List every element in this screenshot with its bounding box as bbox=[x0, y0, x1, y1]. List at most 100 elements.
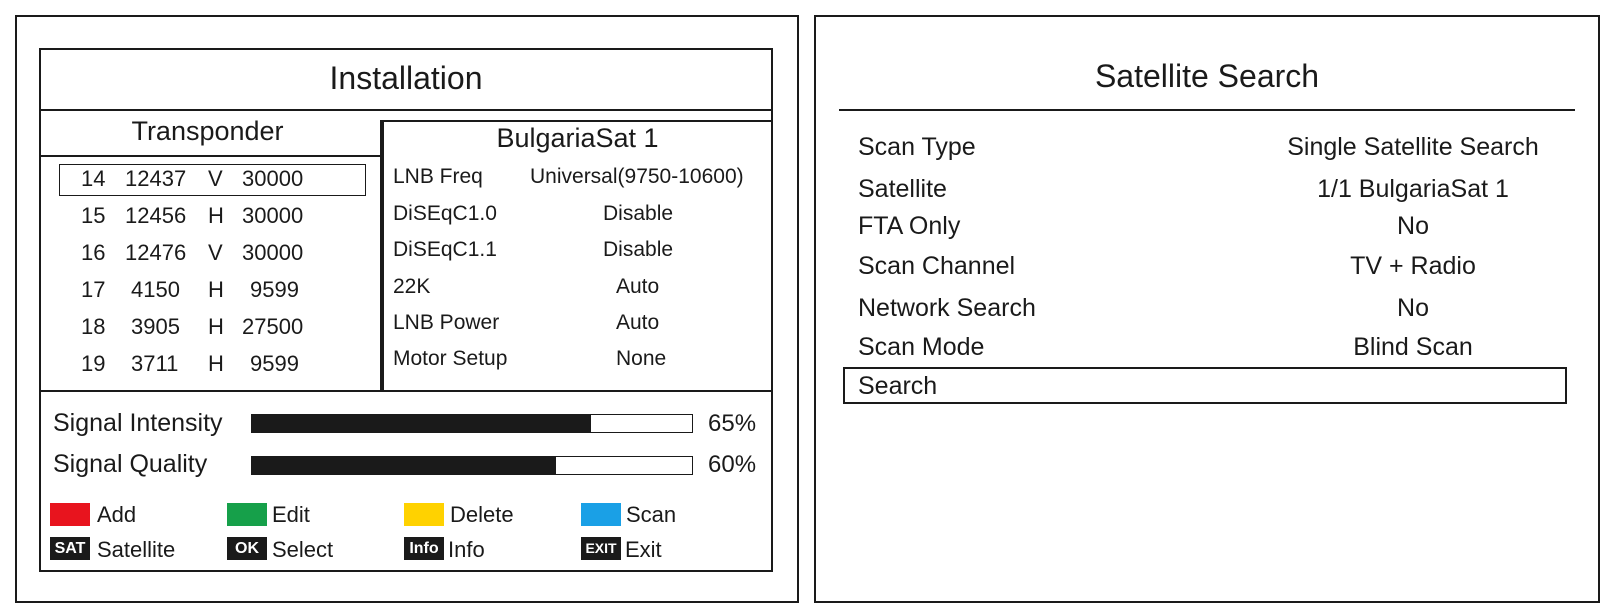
param-row-22k[interactable]: 22K Auto bbox=[393, 276, 767, 302]
transponder-polarization: H bbox=[208, 277, 224, 302]
transponder-polarization: V bbox=[208, 240, 223, 265]
key-label: Scan bbox=[626, 502, 677, 527]
exit-key-icon: EXIT bbox=[581, 537, 621, 560]
menu-item-value: 1/1 BulgariaSat 1 bbox=[1317, 175, 1509, 203]
red-key-icon bbox=[50, 503, 90, 526]
transponder-row[interactable]: 14 12437 V 30000 bbox=[59, 168, 366, 196]
transponder-frequency: 12437 bbox=[125, 166, 187, 191]
transponder-number: 15 bbox=[81, 203, 106, 228]
transponder-number: 16 bbox=[81, 240, 106, 265]
transponder-row[interactable]: 17 4150 H 9599 bbox=[59, 279, 366, 307]
ok-key-icon: OK bbox=[227, 537, 267, 560]
param-label: Motor Setup bbox=[393, 347, 508, 370]
param-row-lnb-freq[interactable]: LNB Freq Universal(9750-10600) bbox=[393, 166, 767, 192]
menu-item-scan-type[interactable]: Scan Type Single Satellite Search bbox=[858, 135, 1578, 165]
param-value: Auto bbox=[616, 311, 660, 334]
param-label: DiSEqC1.1 bbox=[393, 238, 497, 261]
param-value: Universal(9750-10600) bbox=[530, 165, 744, 188]
transponder-polarization: H bbox=[208, 314, 224, 339]
satellite-search-title-divider bbox=[839, 109, 1575, 111]
transponder-frequency: 12476 bbox=[125, 240, 187, 265]
transponder-polarization: H bbox=[208, 203, 224, 228]
select-key-hint[interactable]: OK Select bbox=[227, 537, 407, 561]
param-value: Auto bbox=[616, 275, 660, 298]
key-label: Delete bbox=[450, 502, 514, 527]
transponder-frequency: 4150 bbox=[131, 277, 180, 302]
transponder-symbol-rate: 30000 bbox=[242, 203, 304, 228]
signal-divider bbox=[39, 390, 773, 392]
title-divider bbox=[39, 109, 773, 111]
delete-key-hint[interactable]: Delete bbox=[404, 503, 584, 527]
signal-quality-bar bbox=[251, 456, 693, 475]
menu-item-network-search[interactable]: Network Search No bbox=[858, 296, 1578, 326]
param-value: None bbox=[616, 347, 667, 370]
signal-intensity-percent: 65% bbox=[708, 410, 757, 437]
menu-item-value: Single Satellite Search bbox=[1287, 133, 1539, 161]
menu-item-label: Scan Type bbox=[858, 133, 976, 161]
edit-key-hint[interactable]: Edit bbox=[227, 503, 407, 527]
search-label: Search bbox=[858, 372, 938, 400]
signal-intensity-label: Signal Intensity bbox=[53, 409, 223, 437]
transponder-row[interactable]: 15 12456 H 30000 bbox=[59, 205, 366, 233]
key-label: Info bbox=[448, 537, 485, 562]
param-label: DiSEqC1.0 bbox=[393, 202, 497, 225]
exit-key-hint[interactable]: EXIT Exit bbox=[581, 537, 761, 561]
signal-quality-percent: 60% bbox=[708, 451, 757, 478]
transponder-number: 17 bbox=[81, 277, 106, 302]
transponder-header: Transponder bbox=[131, 116, 284, 146]
menu-item-label: Scan Channel bbox=[858, 252, 1016, 280]
key-label: Exit bbox=[625, 537, 662, 562]
menu-item-scan-channel[interactable]: Scan Channel TV + Radio bbox=[858, 254, 1578, 284]
param-value: Disable bbox=[603, 238, 674, 261]
transponder-number: 19 bbox=[81, 351, 106, 376]
satellite-key-hint[interactable]: SAT Satellite bbox=[50, 537, 230, 561]
search-button[interactable]: Search bbox=[843, 367, 1567, 404]
menu-item-satellite[interactable]: Satellite 1/1 BulgariaSat 1 bbox=[858, 177, 1578, 207]
scan-key-hint[interactable]: Scan bbox=[581, 503, 761, 527]
key-label: Add bbox=[97, 502, 137, 527]
menu-item-label: Network Search bbox=[858, 294, 1036, 322]
signal-quality-fill bbox=[252, 457, 556, 474]
menu-item-scan-mode[interactable]: Scan Mode Blind Scan bbox=[858, 335, 1578, 365]
signal-intensity-fill bbox=[252, 415, 591, 432]
transponder-row[interactable]: 19 3711 H 9599 bbox=[59, 353, 366, 381]
transponder-frequency: 3711 bbox=[131, 351, 179, 376]
param-row-lnb-power[interactable]: LNB Power Auto bbox=[393, 312, 767, 338]
yellow-key-icon bbox=[404, 503, 444, 526]
menu-item-value: No bbox=[1397, 212, 1429, 240]
transponder-symbol-rate: 30000 bbox=[242, 166, 304, 191]
sat-key-icon: SAT bbox=[50, 537, 90, 560]
param-row-motor-setup[interactable]: Motor Setup None bbox=[393, 348, 767, 374]
key-label: Edit bbox=[272, 502, 310, 527]
transponder-row[interactable]: 16 12476 V 30000 bbox=[59, 242, 366, 270]
menu-item-value: Blind Scan bbox=[1353, 333, 1473, 361]
menu-item-value: No bbox=[1397, 294, 1429, 322]
menu-item-label: FTA Only bbox=[858, 212, 961, 240]
transponder-polarization: H bbox=[208, 351, 224, 376]
transponder-symbol-rate: 9599 bbox=[250, 351, 299, 376]
menu-item-fta-only[interactable]: FTA Only No bbox=[858, 214, 1578, 244]
blue-key-icon bbox=[581, 503, 621, 526]
param-label: LNB Power bbox=[393, 311, 500, 334]
transponder-header-divider bbox=[39, 155, 382, 157]
transponder-number: 14 bbox=[81, 166, 106, 191]
transponder-frequency: 12456 bbox=[125, 203, 187, 228]
installation-title: Installation bbox=[329, 60, 483, 96]
signal-intensity-bar bbox=[251, 414, 693, 433]
info-key-hint[interactable]: Info Info bbox=[404, 537, 584, 561]
param-label: LNB Freq bbox=[393, 165, 483, 188]
add-key-hint[interactable]: Add bbox=[50, 503, 230, 527]
transponder-frequency: 3905 bbox=[131, 314, 180, 339]
menu-item-label: Satellite bbox=[858, 175, 947, 203]
key-label: Satellite bbox=[97, 537, 176, 562]
info-key-icon: Info bbox=[404, 537, 444, 560]
signal-quality-label: Signal Quality bbox=[53, 450, 208, 478]
transponder-row[interactable]: 18 3905 H 27500 bbox=[59, 316, 366, 344]
menu-item-label: Scan Mode bbox=[858, 333, 985, 361]
param-row-diseqc11[interactable]: DiSEqC1.1 Disable bbox=[393, 239, 767, 265]
transponder-symbol-rate: 30000 bbox=[242, 240, 304, 265]
transponder-polarization: V bbox=[208, 166, 223, 191]
satellite-search-title: Satellite Search bbox=[1094, 58, 1320, 94]
param-row-diseqc10[interactable]: DiSEqC1.0 Disable bbox=[393, 203, 767, 229]
key-label: Select bbox=[272, 537, 334, 562]
